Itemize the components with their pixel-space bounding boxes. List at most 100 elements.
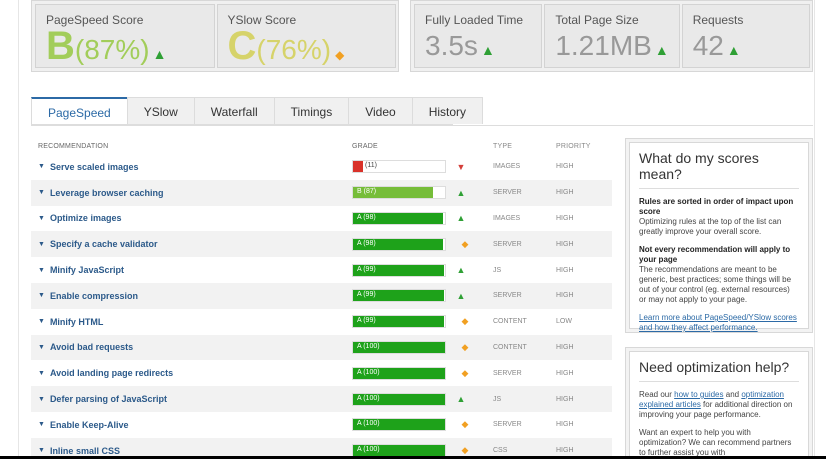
table-header: RECOMMENDATION GRADE TYPE PRIORITY — [31, 138, 612, 154]
recommendation-name[interactable]: Minify JavaScript — [50, 265, 124, 275]
expand-caret-icon[interactable]: ▼ — [38, 189, 45, 196]
grade-value: A (98) — [357, 239, 376, 247]
grade-cell: (11) ▼ — [352, 160, 493, 174]
recommendation-cell[interactable]: ▼ Avoid bad requests — [31, 342, 352, 352]
tab-yslow[interactable]: YSlow — [126, 97, 195, 124]
tab-waterfall[interactable]: Waterfall — [193, 97, 275, 124]
recommendation-name[interactable]: Inline small CSS — [50, 446, 120, 456]
expand-caret-icon[interactable]: ▼ — [38, 318, 45, 325]
expand-caret-icon[interactable]: ▼ — [38, 163, 45, 170]
performance-scores-panel: PageSpeed Score B (87%) ▲ YSlow Score C … — [31, 0, 399, 72]
recommendation-name[interactable]: Avoid landing page redirects — [50, 368, 173, 378]
grade-bar-fill — [353, 161, 364, 173]
table-row[interactable]: ▼ Serve scaled images (11) ▼ IMAGES HIGH — [31, 154, 612, 180]
recommendation-cell[interactable]: ▼ Inline small CSS — [31, 446, 352, 456]
priority-cell: HIGH — [556, 163, 574, 171]
type-cell: JS — [493, 395, 502, 403]
recommendation-name[interactable]: Optimize images — [50, 213, 122, 223]
type-cell: CSS — [493, 447, 508, 455]
expand-caret-icon[interactable]: ▼ — [38, 396, 45, 403]
grade-cell: A (98) ▲ — [352, 211, 493, 225]
recommendation-name[interactable]: Enable Keep-Alive — [50, 420, 129, 430]
requests-card: Requests 42 ▲ — [681, 4, 811, 68]
trend-up-icon: ▲ — [456, 213, 466, 224]
recommendation-cell[interactable]: ▼ Minify HTML — [31, 317, 352, 327]
recommendation-cell[interactable]: ▼ Minify JavaScript — [31, 265, 352, 275]
recommendation-cell[interactable]: ▼ Specify a cache validator — [31, 239, 352, 249]
recommendations-table: RECOMMENDATION GRADE TYPE PRIORITY ▼ Serv… — [31, 138, 612, 459]
type-cell: IMAGES — [493, 214, 521, 222]
table-row[interactable]: ▼ Avoid bad requests A (100) ◆ CONTENT HIGH — [31, 334, 612, 361]
table-body: ▼ Serve scaled images (11) ▼ IMAGES HIGH ▼ Leve… — [31, 154, 612, 459]
grade-bar: (11) — [352, 160, 446, 174]
type-cell: CONTENT — [493, 318, 527, 326]
recommendation-name[interactable]: Enable compression — [50, 291, 138, 301]
recommendation-cell[interactable]: ▼ Enable compression — [31, 291, 352, 301]
table-row[interactable]: ▼ Enable Keep-Alive A (100) ◆ SERVER HIGH — [31, 411, 612, 438]
col-header-priority: PRIORITY — [556, 142, 591, 150]
grade-bar: A (98) — [352, 237, 446, 251]
recommendation-cell[interactable]: ▼ Leverage browser caching — [31, 188, 352, 198]
type-cell: SERVER — [493, 189, 522, 197]
expand-caret-icon[interactable]: ▼ — [38, 344, 45, 351]
table-row[interactable]: ▼ Defer parsing of JavaScript A (100) ▲ JS HI… — [31, 386, 612, 412]
table-row[interactable]: ▼ Leverage browser caching B (87) ▲ SERVER HI… — [31, 179, 612, 206]
trend-neutral-icon: ◆ — [461, 419, 469, 430]
table-row[interactable]: ▼ Enable compression A (99) ▲ SERVER HIGH — [31, 282, 612, 309]
recommendation-name[interactable]: Leverage browser caching — [50, 188, 164, 198]
priority-cell: HIGH — [556, 240, 574, 248]
fully-loaded-label: Fully Loaded Time — [425, 13, 524, 27]
table-row[interactable]: ▼ Minify HTML A (99) ◆ CONTENT LOW — [31, 308, 612, 335]
recommendation-name[interactable]: Avoid bad requests — [50, 342, 133, 352]
type-cell: JS — [493, 266, 502, 274]
recommendation-name[interactable]: Specify a cache validator — [50, 239, 158, 249]
table-row[interactable]: ▼ Optimize images A (98) ▲ IMAGES HIGH — [31, 205, 612, 232]
priority-cell: HIGH — [556, 214, 574, 222]
expand-caret-icon[interactable]: ▼ — [38, 267, 45, 274]
recommendation-name[interactable]: Serve scaled images — [50, 162, 139, 172]
priority-cell: HIGH — [556, 292, 574, 300]
expand-caret-icon[interactable]: ▼ — [38, 370, 45, 377]
trend-neutral-icon: ◆ — [461, 238, 469, 249]
col-header-type: TYPE — [493, 142, 513, 150]
table-row[interactable]: ▼ Specify a cache validator A (98) ◆ SERVER H… — [31, 231, 612, 258]
yslow-score-card: YSlow Score C (76%) ◆ — [216, 4, 396, 68]
grade-bar: B (87) — [352, 186, 446, 200]
optimization-help-text-2: Want an expert to help you with optimiza… — [639, 428, 792, 457]
table-row[interactable]: ▼ Avoid landing page redirects A (100) ◆ SER… — [31, 360, 612, 387]
expand-caret-icon[interactable]: ▼ — [38, 215, 45, 222]
report-tabs: PageSpeed YSlow Waterfall Timings Video … — [31, 97, 484, 125]
recommendation-cell[interactable]: ▼ Optimize images — [31, 213, 352, 223]
trend-neutral-icon: ◆ — [335, 48, 345, 62]
grade-cell: A (100) ◆ — [352, 418, 493, 432]
expand-caret-icon[interactable]: ▼ — [38, 421, 45, 428]
table-row[interactable]: ▼ Minify JavaScript A (99) ▲ JS HIGH — [31, 257, 612, 283]
tab-pagespeed[interactable]: PageSpeed — [31, 97, 128, 124]
learn-more-link[interactable]: Learn more about PageSpeed/YSlow scores … — [639, 313, 799, 333]
trend-up-icon: ▲ — [456, 394, 466, 405]
grade-cell: A (99) ▲ — [352, 263, 493, 277]
tab-timings[interactable]: Timings — [273, 97, 350, 124]
priority-cell: HIGH — [556, 395, 574, 403]
page-right-border — [814, 0, 815, 459]
grade-value: A (99) — [357, 317, 376, 325]
type-cell: SERVER — [493, 240, 522, 248]
expand-caret-icon[interactable]: ▼ — [38, 447, 45, 454]
grade-cell: A (99) ◆ — [352, 315, 493, 329]
expand-caret-icon[interactable]: ▼ — [38, 292, 45, 299]
recommendation-name[interactable]: Defer parsing of JavaScript — [50, 394, 167, 404]
tab-history[interactable]: History — [411, 97, 484, 124]
trend-up-icon: ▲ — [456, 265, 466, 276]
recommendation-cell[interactable]: ▼ Defer parsing of JavaScript — [31, 394, 352, 404]
recommendation-name[interactable]: Minify HTML — [50, 317, 104, 327]
expand-caret-icon[interactable]: ▼ — [38, 241, 45, 248]
grade-value: A (99) — [357, 265, 376, 273]
recommendation-cell[interactable]: ▼ Avoid landing page redirects — [31, 368, 352, 378]
how-to-guides-link[interactable]: how to guides — [674, 390, 723, 399]
recommendation-cell[interactable]: ▼ Enable Keep-Alive — [31, 420, 352, 430]
trend-neutral-icon: ◆ — [461, 316, 469, 327]
help-text-fragment: and — [723, 390, 742, 399]
tab-video[interactable]: Video — [348, 97, 413, 124]
recommendation-cell[interactable]: ▼ Serve scaled images — [31, 162, 352, 172]
col-header-recommendation: RECOMMENDATION — [38, 142, 109, 150]
